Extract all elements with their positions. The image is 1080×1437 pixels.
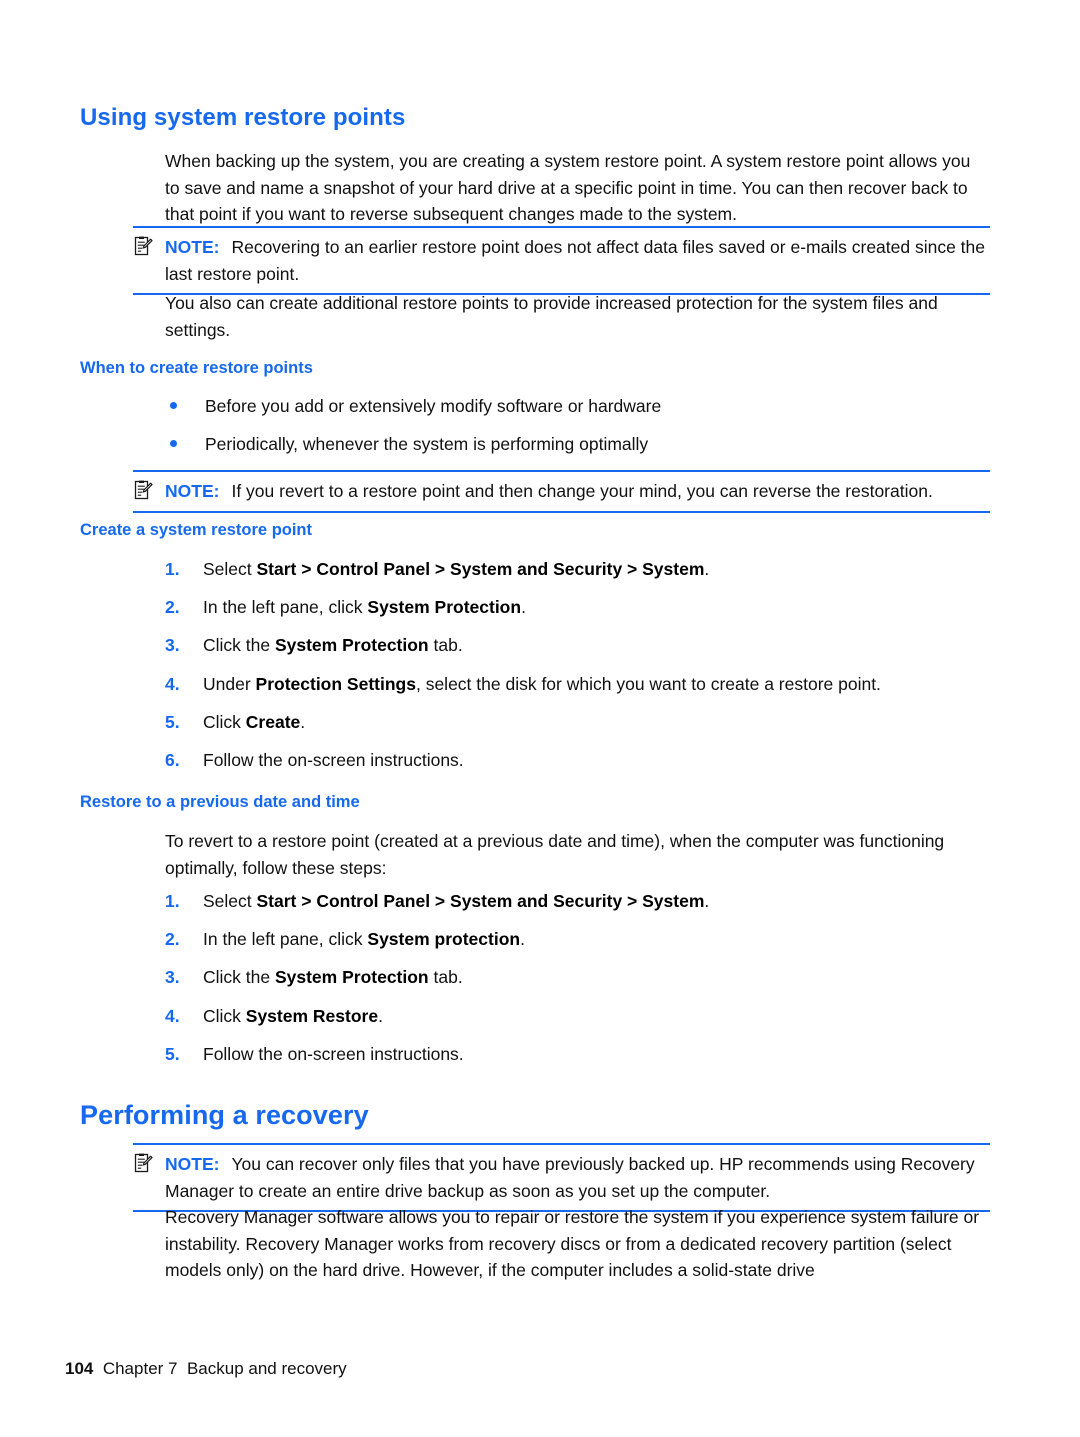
step-text: Click System Restore. xyxy=(203,1005,383,1026)
step-number: 3. xyxy=(165,635,180,656)
paragraph-additional-restore-points: You also can create additional restore p… xyxy=(165,293,938,340)
step-text: Select Start > Control Panel > System an… xyxy=(203,891,710,911)
step-number: 1. xyxy=(165,559,180,579)
step-text: Follow the on-screen instructions. xyxy=(203,1043,464,1064)
step-text: Click the System Protection tab. xyxy=(203,967,463,988)
note-clipboard-icon xyxy=(133,1153,153,1173)
numbered-step: 6. Follow the on-screen instructions. xyxy=(165,747,990,773)
numbered-step: 5. Click Create. xyxy=(165,709,990,735)
numbered-step: 2. In the left pane, click System Protect… xyxy=(165,594,990,620)
step-number: 4. xyxy=(165,673,180,694)
note-clipboard-icon xyxy=(133,480,153,500)
footer-chapter: Chapter 7 xyxy=(102,1359,178,1378)
numbered-step: 4. Under Protection Settings, select the … xyxy=(165,671,990,697)
bullet-text: Periodically, whenever the system is per… xyxy=(205,434,649,454)
step-text: In the left pane, click System protectio… xyxy=(203,929,525,950)
footer-page-number: 104 xyxy=(65,1359,94,1378)
numbered-step: 3. Click the System Protection tab. xyxy=(165,964,990,990)
note-clipboard-icon xyxy=(133,236,153,256)
step-text: Follow the on-screen instructions. xyxy=(203,750,464,770)
note-label: NOTE: xyxy=(165,1154,220,1174)
note-text: Recovering to an earlier restore point d… xyxy=(165,237,986,284)
note-text: You can recover only files that you have… xyxy=(165,1154,975,1201)
restore-intro-paragraph: To revert to a restore point (created at… xyxy=(165,831,945,878)
bullet-dot-icon xyxy=(170,440,177,447)
step-number: 6. xyxy=(165,750,180,770)
step-text: Select Start > Control Panel > System an… xyxy=(203,559,710,579)
step-number: 2. xyxy=(165,597,180,618)
section-title-performing-a-recovery: Performing a recovery xyxy=(80,1100,369,1130)
step-number: 5. xyxy=(165,1043,180,1064)
step-text: In the left pane, click System Protectio… xyxy=(203,597,526,618)
footer-chapter-title: Backup and recovery xyxy=(186,1359,347,1378)
numbered-step: 2. In the left pane, click System protect… xyxy=(165,926,990,952)
numbered-step: 4. Click System Restore. xyxy=(165,1003,990,1029)
bullet-dot-icon xyxy=(170,402,177,409)
note-block-1: NOTE: Recovering to an earlier restore po… xyxy=(133,226,990,295)
step-number: 4. xyxy=(165,1005,180,1026)
list-item: Periodically, whenever the system is per… xyxy=(165,431,985,457)
list-item: Before you add or extensively modify sof… xyxy=(165,393,985,419)
step-number: 2. xyxy=(165,929,180,950)
step-text: Click Create. xyxy=(203,711,306,732)
numbered-step: 1. Select Start > Control Panel > System … xyxy=(165,556,990,582)
numbered-step: 5. Follow the on-screen instructions. xyxy=(165,1041,990,1067)
numbered-step: 1. Select Start > Control Panel > System … xyxy=(165,888,990,914)
step-number: 1. xyxy=(165,891,180,911)
subheading-when-to-create: When to create restore points xyxy=(80,359,313,377)
subheading-create-restore-point: Create a system restore point xyxy=(80,521,313,539)
note-block-3: NOTE: You can recover only files that you… xyxy=(133,1143,990,1212)
numbered-step: 3. Click the System Protection tab. xyxy=(165,632,990,658)
note-block-2: NOTE: If you revert to a restore point an… xyxy=(133,470,990,513)
document-page: Using system restore points When backing… xyxy=(0,0,1080,1437)
step-number: 3. xyxy=(165,967,180,988)
page-footer: 104 Chapter 7 Backup and recovery xyxy=(65,1358,347,1380)
closing-paragraph: Recovery Manager software allows you to … xyxy=(165,1207,980,1280)
note-body: NOTE: Recovering to an earlier restore po… xyxy=(133,234,990,287)
step-number: 5. xyxy=(165,711,180,732)
subheading-restore-previous: Restore to a previous date and time xyxy=(80,793,360,811)
page-title: Using system restore points xyxy=(80,104,406,131)
note-text: If you revert to a restore point and the… xyxy=(231,481,933,501)
note-label: NOTE: xyxy=(165,481,220,501)
note-body: NOTE: If you revert to a restore point an… xyxy=(133,478,990,505)
bullet-text: Before you add or extensively modify sof… xyxy=(205,396,662,416)
note-body: NOTE: You can recover only files that you… xyxy=(133,1151,990,1204)
intro-paragraph: When backing up the system, you are crea… xyxy=(165,151,971,224)
step-text: Click the System Protection tab. xyxy=(203,635,463,656)
note-label: NOTE: xyxy=(165,237,220,257)
step-text: Under Protection Settings, select the di… xyxy=(203,673,881,694)
